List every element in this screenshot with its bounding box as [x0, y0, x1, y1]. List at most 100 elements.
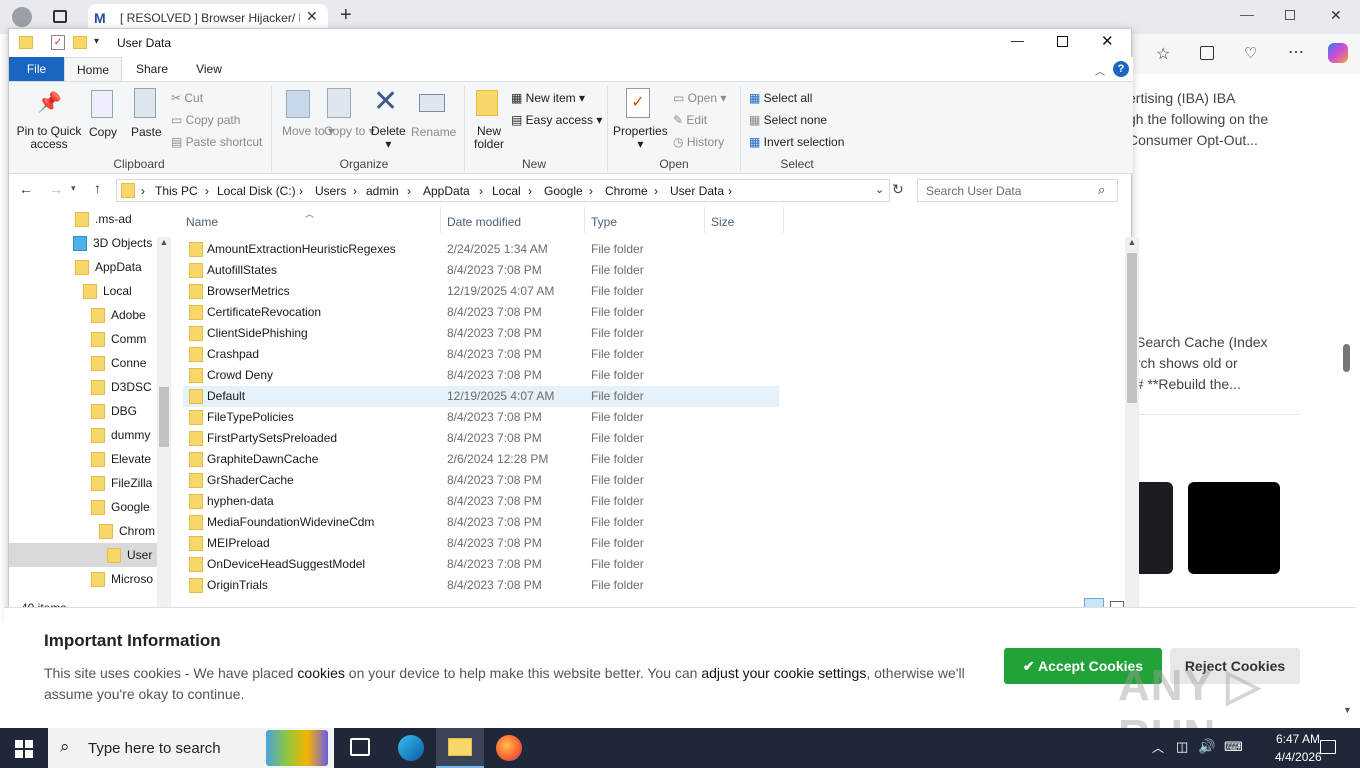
breadcrumb-local[interactable]: Local	[492, 184, 521, 198]
file-row[interactable]: CertificateRevocation 8/4/2023 7:08 PM Fil…	[183, 302, 779, 323]
explorer-taskbar-icon[interactable]	[436, 728, 484, 768]
column-header-name[interactable]: Name	[186, 215, 218, 229]
column-header-date[interactable]: Date modified	[447, 215, 521, 229]
address-dropdown-icon[interactable]: ⌄	[875, 183, 884, 196]
breadcrumb-this-pc[interactable]: This PC	[155, 184, 198, 198]
file-row[interactable]: Crowd Deny 8/4/2023 7:08 PM File folder	[183, 365, 779, 386]
close-icon[interactable]: ✕	[1101, 32, 1114, 50]
search-box[interactable]: Search User Data ⌕	[917, 179, 1118, 202]
copy-button[interactable]: Copy	[89, 125, 117, 139]
nav-item[interactable]: AppData	[75, 255, 142, 279]
easy-access-button[interactable]: ▤ Easy access ▾	[511, 113, 602, 127]
invert-selection-button[interactable]: ▦ Invert selection	[749, 135, 844, 149]
tab-view[interactable]: View	[184, 57, 234, 81]
browser-essentials-icon[interactable]: ♡	[1244, 44, 1257, 62]
restore-browser-icon[interactable]	[1285, 10, 1295, 20]
nav-item[interactable]: User	[9, 543, 164, 567]
tab-home[interactable]: Home	[64, 57, 122, 81]
breadcrumb-appdata[interactable]: AppData	[423, 184, 470, 198]
properties-button[interactable]: Properties ▾	[613, 125, 668, 151]
search-icon[interactable]: ⌕	[1098, 182, 1105, 198]
nav-item[interactable]: Local	[83, 279, 132, 303]
select-all-button[interactable]: ▦ Select all	[749, 91, 812, 105]
nav-pane-scrollbar[interactable]: ▲ ▼	[157, 237, 171, 623]
nav-item[interactable]: Chrom	[99, 519, 155, 543]
nav-item[interactable]: Adobe	[91, 303, 146, 327]
help-icon[interactable]: ?	[1113, 61, 1129, 77]
page-scroll-down-icon[interactable]: ▼	[1343, 705, 1352, 715]
file-row[interactable]: Crashpad 8/4/2023 7:08 PM File folder	[183, 344, 779, 365]
close-tab-icon[interactable]: ✕	[306, 8, 318, 25]
firefox-taskbar-icon[interactable]	[496, 735, 522, 761]
nav-item[interactable]: 3D Objects	[73, 231, 152, 255]
tab-share[interactable]: Share	[127, 57, 177, 81]
browser-scrollbar[interactable]	[1343, 344, 1350, 372]
clock-time[interactable]: 6:47 AM	[1275, 732, 1321, 746]
select-none-button[interactable]: ▦ Select none	[749, 113, 827, 127]
forward-icon[interactable]: →	[49, 181, 63, 197]
file-row[interactable]: GrShaderCache 8/4/2023 7:08 PM File folder	[183, 470, 779, 491]
file-row[interactable]: FileTypePolicies 8/4/2023 7:08 PM File fol…	[183, 407, 779, 428]
nav-item[interactable]: .ms-ad	[75, 207, 132, 231]
nav-item[interactable]: DBG	[91, 399, 137, 423]
column-header-type[interactable]: Type	[591, 215, 617, 229]
rename-button[interactable]: Rename	[411, 125, 456, 139]
file-row[interactable]: AmountExtractionHeuristicRegexes 2/24/202…	[183, 239, 779, 260]
clock-date[interactable]: 4/4/2026	[1275, 750, 1322, 764]
nav-item[interactable]: Comm	[91, 327, 146, 351]
taskbar-search-box[interactable]: ⌕ Type here to search	[48, 728, 334, 768]
notifications-icon[interactable]	[1320, 740, 1336, 754]
cookie-settings-link[interactable]: adjust your cookie settings	[701, 665, 866, 681]
recent-locations-icon[interactable]: ▾	[71, 183, 76, 194]
tab-actions-icon[interactable]	[53, 10, 67, 23]
edit-button[interactable]: ✎ Edit	[673, 113, 707, 127]
task-view-icon[interactable]	[350, 738, 370, 756]
minimize-browser-icon[interactable]: —	[1240, 6, 1254, 22]
nav-item[interactable]: Elevate	[91, 447, 151, 471]
pin-to-quick-access-button[interactable]: Pin to Quick access	[15, 125, 83, 151]
file-row[interactable]: BrowserMetrics 12/19/2025 4:07 AM File fol…	[183, 281, 779, 302]
show-hidden-icons[interactable]: ︿	[1152, 739, 1164, 756]
copy-to-button[interactable]: Copy to ▾	[324, 125, 375, 138]
properties-check-icon[interactable]: ✓	[51, 35, 65, 50]
collections-icon[interactable]	[1200, 46, 1214, 60]
maximize-icon[interactable]	[1057, 36, 1068, 47]
new-item-button[interactable]: ▦ New item ▾	[511, 91, 585, 105]
column-header-size[interactable]: Size	[711, 215, 734, 229]
customize-qa-icon[interactable]: ▾	[94, 36, 99, 47]
tab-file[interactable]: File	[9, 57, 64, 81]
cut-button[interactable]: ✂ Cut	[171, 91, 203, 105]
input-icon[interactable]: ⌨	[1224, 739, 1243, 755]
breadcrumb-local-disk[interactable]: Local Disk (C:)	[217, 184, 296, 198]
new-tab-icon[interactable]: +	[340, 4, 352, 27]
nav-item[interactable]: dummy	[91, 423, 150, 447]
nav-item[interactable]: Google	[91, 495, 150, 519]
nav-item[interactable]: Conne	[91, 351, 146, 375]
collapse-ribbon-icon[interactable]: ︿	[1095, 63, 1105, 78]
nav-item[interactable]: D3DSC	[91, 375, 152, 399]
paste-button[interactable]: Paste	[131, 125, 162, 139]
scroll-up-icon[interactable]: ▲	[157, 237, 171, 247]
file-row[interactable]: AutofillStates 8/4/2023 7:08 PM File folde…	[183, 260, 779, 281]
nav-item[interactable]: FileZilla	[91, 471, 152, 495]
breadcrumb-user-data[interactable]: User Data	[670, 184, 724, 198]
copy-path-button[interactable]: ▭ Copy path	[171, 113, 240, 127]
favorites-icon[interactable]: ☆	[1156, 44, 1170, 64]
breadcrumb-admin[interactable]: admin	[366, 184, 399, 198]
breadcrumb-chrome[interactable]: Chrome	[605, 184, 648, 198]
delete-button[interactable]: Delete ▾	[371, 125, 406, 151]
file-row[interactable]: FirstPartySetsPreloaded 8/4/2023 7:08 PM F…	[183, 428, 779, 449]
more-options-icon[interactable]: ⋯	[1288, 42, 1304, 62]
close-browser-icon[interactable]: ✕	[1330, 7, 1342, 24]
scroll-thumb[interactable]	[159, 387, 169, 447]
address-bar[interactable]: › This PC › Local Disk (C:) › Users › ad…	[116, 179, 890, 202]
scroll-up-icon[interactable]: ▲	[1125, 237, 1139, 247]
file-list-scrollbar[interactable]: ▲ ▼	[1125, 237, 1139, 623]
start-icon[interactable]	[15, 740, 33, 758]
up-icon[interactable]: ↑	[94, 180, 101, 196]
new-folder-qa-icon[interactable]	[73, 36, 87, 49]
cookies-link[interactable]: cookies	[297, 665, 344, 681]
scroll-thumb[interactable]	[1127, 253, 1137, 403]
copilot-icon[interactable]	[1328, 43, 1348, 63]
move-to-button[interactable]: Move to ▾	[282, 125, 334, 138]
